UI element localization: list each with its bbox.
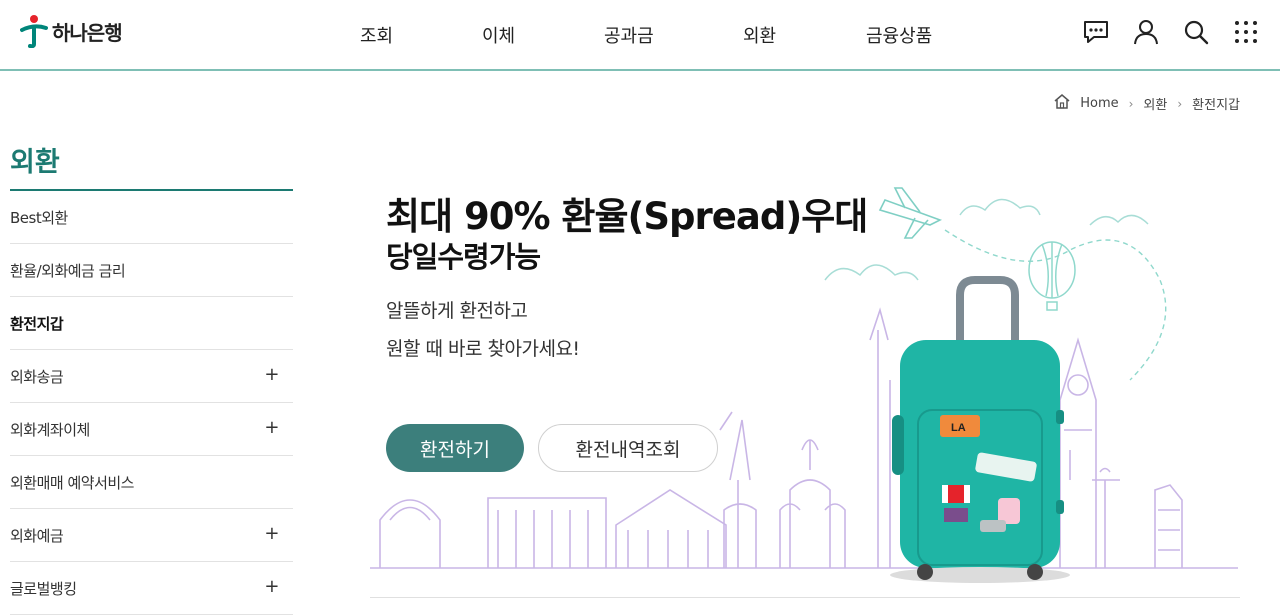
suitcase-illustration (890, 276, 1070, 583)
sidebar-item-account-transfer[interactable]: 외화계좌이체 + (10, 403, 293, 456)
airplane-icon (878, 187, 943, 239)
breadcrumb-level1[interactable]: 외환 (1143, 94, 1167, 113)
breadcrumb-home[interactable]: Home (1080, 96, 1118, 111)
hero-banner: LA 최대 90% 환율(Spread)우대 당일수령가능 알뜰하게 환전하고 … (370, 150, 1240, 600)
grid-menu-icon[interactable] (1232, 18, 1260, 46)
sidebar-item-label: 외화계좌이체 (10, 420, 90, 439)
breadcrumb-level2: 환전지갑 (1192, 98, 1240, 113)
nav-transfer[interactable]: 이체 (482, 22, 515, 48)
hero-description-line1: 알뜰하게 환전하고 (386, 300, 528, 322)
chevron-right-icon: › (1128, 96, 1134, 111)
expand-plus-icon[interactable]: + (264, 417, 279, 438)
sidebar-item-reservation[interactable]: 외환매매 예약서비스 (10, 456, 293, 509)
sidebar-item-label: 글로벌뱅킹 (10, 579, 77, 598)
sidebar-item-fx-deposit[interactable]: 외화예금 + (10, 509, 293, 562)
sidebar-item-best-fx[interactable]: Best외환 (10, 191, 293, 244)
side-menu-title: 외환 (10, 140, 293, 191)
sidebar-item-label: 환전지갑 (10, 314, 64, 333)
nav-utility-bills[interactable]: 공과금 (604, 22, 654, 48)
chevron-right-icon: › (1177, 96, 1183, 111)
chat-icon[interactable] (1082, 18, 1110, 46)
search-icon[interactable] (1182, 18, 1210, 46)
luggage-sticker-label: LA (951, 422, 966, 434)
user-icon[interactable] (1132, 18, 1160, 46)
hero-title: 최대 90% 환율(Spread)우대 (386, 195, 868, 238)
expand-plus-icon[interactable]: + (264, 576, 279, 597)
sidebar-item-label: Best외환 (10, 208, 68, 227)
expand-plus-icon[interactable]: + (264, 523, 279, 544)
sidebar-item-exchange-wallet[interactable]: 환전지갑 (10, 297, 293, 350)
sidebar-item-label: 외환매매 예약서비스 (10, 473, 134, 492)
sidebar-item-label: 외화송금 (10, 367, 64, 386)
sidebar-item-global-banking[interactable]: 글로벌뱅킹 + (10, 562, 293, 615)
nav-financial-products[interactable]: 금융상품 (866, 22, 932, 48)
expand-plus-icon[interactable]: + (264, 364, 279, 385)
sidebar-item-rates[interactable]: 환율/외화예금 금리 (10, 244, 293, 297)
content-divider (370, 597, 1240, 598)
exchange-history-button[interactable]: 환전내역조회 (538, 424, 718, 472)
hot-air-balloon-icon (1028, 241, 1076, 311)
utility-menu (1082, 18, 1260, 46)
hero-subtitle: 당일수령가능 (386, 240, 541, 274)
sidebar-item-label: 환율/외화예금 금리 (10, 261, 126, 280)
breadcrumb: Home › 외환 › 환전지갑 (1054, 94, 1240, 113)
nav-inquiry[interactable]: 조회 (360, 22, 393, 48)
sidebar-item-remittance[interactable]: 외화송금 + (10, 350, 293, 403)
exchange-button[interactable]: 환전하기 (386, 424, 524, 472)
home-icon[interactable] (1054, 94, 1070, 113)
nav-foreign-exchange[interactable]: 외환 (743, 22, 776, 48)
side-menu: 외환 Best외환 환율/외화예금 금리 환전지갑 외화송금 + 외화계좌이체 … (10, 140, 293, 615)
sidebar-item-label: 외화예금 (10, 526, 64, 545)
hero-description-line2: 원할 때 바로 찾아가세요! (386, 338, 580, 360)
global-header: 하나은행 조회 이체 공과금 외환 금융상품 (0, 0, 1280, 71)
